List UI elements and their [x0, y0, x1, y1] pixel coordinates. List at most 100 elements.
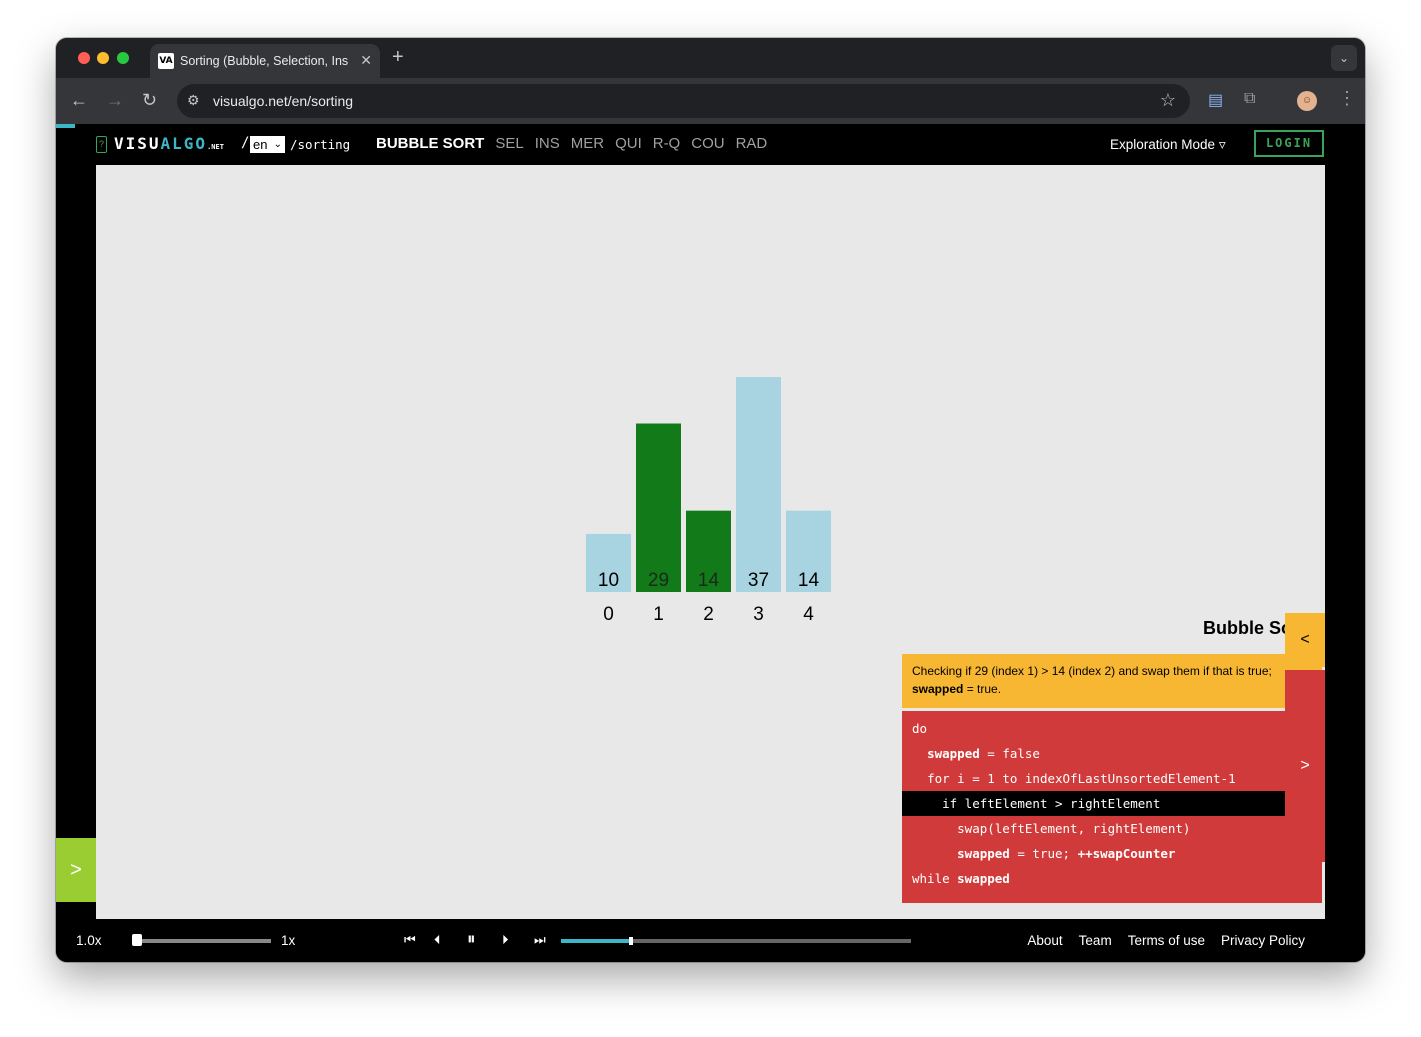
visualgo-logo[interactable]: VISUALGO.NET: [114, 134, 224, 153]
browser-tab[interactable]: VA Sorting (Bubble, Selection, Insertion…: [150, 44, 380, 78]
site-navbar: ? VISUALGO.NET / en ⌄ /sorting BUBBLE SOR…: [96, 124, 1325, 165]
actions-panel-toggle-button[interactable]: >: [56, 838, 96, 902]
code-line: if leftElement > rightElement: [902, 791, 1322, 816]
mode-label: Exploration Mode: [1110, 137, 1216, 152]
tab-r-q[interactable]: R-Q: [653, 135, 681, 152]
speed-slider-track[interactable]: [132, 939, 271, 943]
step-backward-icon[interactable]: ⏴: [434, 932, 441, 948]
code-text: do: [912, 721, 928, 736]
minimize-window-button[interactable]: [97, 52, 109, 64]
speed-max-label: 1x: [281, 933, 296, 948]
language-value: en: [253, 137, 268, 152]
back-icon[interactable]: ←: [70, 90, 88, 110]
logo-net: .NET: [207, 143, 224, 151]
step-forward-icon[interactable]: ⏵: [502, 932, 509, 948]
forward-icon[interactable]: →: [106, 90, 124, 110]
address-bar[interactable]: ⚙ visualgo.net/en/sorting ☆: [177, 84, 1190, 118]
browser-toolbar: ← → ↻ ⚙ visualgo.net/en/sorting ☆ ▤ ⧉ ☺ …: [56, 78, 1365, 124]
playback-bar: 1.0x 1x ⏮ ⏴ ⏸ ⏵ ⏭ About Team Terms of use P…: [56, 919, 1365, 962]
chart-bar: [636, 423, 681, 592]
go-to-end-icon[interactable]: ⏭: [534, 932, 546, 948]
page-viewport: ? VISUALGO.NET / en ⌄ /sorting BUBBLE SOR…: [56, 124, 1365, 962]
code-keyword: swapped: [957, 871, 1010, 886]
tab-bubble-sort[interactable]: BUBBLE SORT: [376, 135, 484, 152]
code-keyword: swapped: [957, 846, 1010, 861]
page-path: /sorting: [290, 137, 351, 152]
footer-link-privacy-policy[interactable]: Privacy Policy: [1221, 933, 1305, 948]
code-keyword: ++swapCounter: [1077, 846, 1176, 861]
code-text: while: [912, 871, 958, 886]
footer-link-team[interactable]: Team: [1079, 933, 1112, 948]
tab-ins[interactable]: INS: [535, 135, 560, 152]
chevron-down-icon: ⌄: [273, 139, 282, 150]
code-line: swapped = false: [902, 741, 1322, 766]
visualgo-favicon-icon: VA: [158, 53, 174, 69]
speed-value: 1.0x: [76, 933, 102, 948]
logo-algo: ALGO: [160, 134, 208, 153]
footer-link-terms-of-use[interactable]: Terms of use: [1128, 933, 1205, 948]
help-icon[interactable]: ?: [96, 136, 107, 153]
footer-links: About Team Terms of use Privacy Policy: [1011, 933, 1305, 948]
go-to-beginning-icon[interactable]: ⏮: [404, 932, 416, 948]
page-load-strip: [56, 124, 75, 128]
site-settings-icon[interactable]: ⚙: [187, 92, 200, 109]
code-line: swap(leftElement, rightElement): [902, 816, 1322, 841]
tab-mer[interactable]: MER: [571, 135, 604, 152]
tab-cou[interactable]: COU: [691, 135, 724, 152]
bar-index-label: 0: [603, 604, 614, 625]
status-text-bold: swapped: [912, 682, 964, 696]
code-line: do: [902, 716, 1322, 741]
language-select[interactable]: en ⌄: [250, 136, 285, 153]
code-keyword: swapped: [927, 746, 980, 761]
code-text: for i = 1 to indexOfLastUnsortedElement-…: [927, 771, 1236, 786]
caret-down-icon: ▿: [1218, 137, 1226, 152]
bar-value-label: 29: [648, 570, 669, 591]
tab-title: Sorting (Bubble, Selection, Insertion, M…: [180, 54, 348, 68]
code-text: swap(leftElement, rightElement): [957, 821, 1191, 836]
browser-menu-icon[interactable]: ⋮: [1338, 88, 1356, 109]
profile-avatar[interactable]: ☺: [1297, 91, 1317, 111]
tab-qui[interactable]: QUI: [615, 135, 642, 152]
bar-value-label: 10: [598, 570, 619, 591]
pseudocode-panel: do swapped = false for i = 1 to indexOfL…: [902, 711, 1322, 903]
animation-progress-fill: [561, 939, 631, 943]
new-tab-icon[interactable]: +: [392, 46, 404, 69]
algorithm-tabs: BUBBLE SORT SEL INS MER QUI R-Q COU RAD: [376, 135, 778, 152]
animation-progress-thumb[interactable]: [629, 937, 633, 945]
bar-value-label: 37: [748, 570, 769, 591]
status-text-post: = true.: [963, 682, 1002, 696]
zoom-window-button[interactable]: [117, 52, 129, 64]
reload-icon[interactable]: ↻: [142, 90, 157, 110]
visualization-canvas: 10 0 29 1 14 2 37 3 14 4 Bubble Sort Checking if …: [96, 165, 1325, 919]
mode-dropdown[interactable]: Exploration Mode ▿: [1110, 137, 1226, 153]
status-collapse-chevron-left-icon[interactable]: <: [1285, 613, 1325, 667]
code-line: swapped = true; ++swapCounter: [902, 841, 1322, 866]
close-tab-icon[interactable]: ✕: [360, 52, 372, 69]
code-text: = true;: [1009, 846, 1078, 861]
url-text[interactable]: visualgo.net/en/sorting: [213, 93, 353, 109]
logo-visu: VISU: [114, 134, 161, 153]
tab-sel[interactable]: SEL: [495, 135, 523, 152]
path-slash: /: [241, 135, 250, 151]
bar-value-label: 14: [798, 570, 820, 591]
speed-slider-thumb[interactable]: [132, 934, 142, 946]
pause-icon[interactable]: ⏸: [467, 929, 476, 949]
code-collapse-chevron-right-icon[interactable]: >: [1285, 670, 1325, 862]
tab-rad[interactable]: RAD: [736, 135, 768, 152]
tab-search-icon[interactable]: ⌄: [1331, 45, 1357, 71]
bookmark-star-icon[interactable]: ☆: [1160, 90, 1176, 111]
tab-strip: VA Sorting (Bubble, Selection, Insertion…: [56, 38, 1365, 78]
close-window-button[interactable]: [78, 52, 90, 64]
code-line: for i = 1 to indexOfLastUnsortedElement-…: [902, 766, 1322, 791]
status-text-pre: Checking if 29 (index 1) > 14 (index 2) …: [912, 664, 1272, 678]
code-line: while swapped: [902, 866, 1322, 891]
footer-link-about[interactable]: About: [1027, 933, 1062, 948]
login-button[interactable]: LOGIN: [1254, 130, 1324, 157]
docs-extension-icon[interactable]: ▤: [1208, 90, 1223, 110]
code-text: if leftElement > rightElement: [942, 796, 1161, 811]
extensions-puzzle-icon[interactable]: ⧉: [1244, 90, 1255, 108]
